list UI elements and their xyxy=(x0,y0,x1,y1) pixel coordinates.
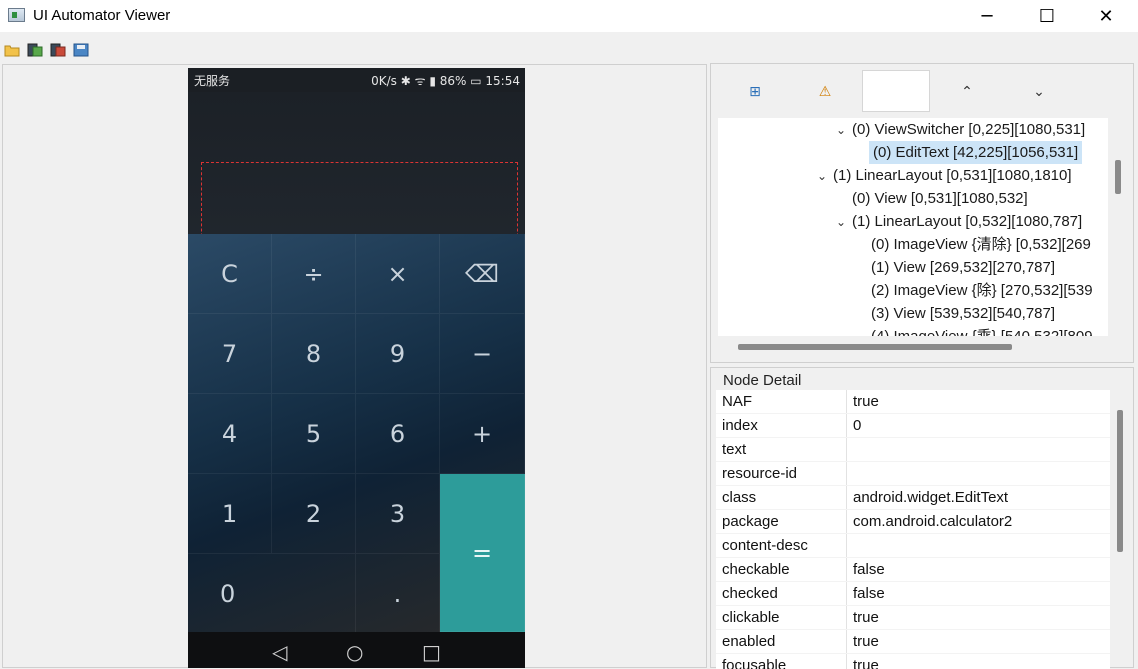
status-icons: 0K/s ✱ ᯤ ▮ 86% ▭ 15:54 xyxy=(371,74,520,88)
table-row[interactable]: package com.android.calculator2 xyxy=(716,510,1110,534)
key-clear[interactable]: C xyxy=(188,234,272,314)
table-row[interactable]: text xyxy=(716,438,1110,462)
table-row[interactable]: NAF true xyxy=(716,390,1110,414)
table-row[interactable]: focusable true xyxy=(716,654,1110,669)
detail-vertical-scrollbar[interactable] xyxy=(1117,410,1123,552)
key-decimal[interactable]: . xyxy=(356,554,440,634)
tree-node[interactable]: ⌄ (1) LinearLayout [0,532][1080,787] xyxy=(836,210,1082,233)
phone-status-bar: 无服务 0K/s ✱ ᯤ ▮ 86% ▭ 15:54 xyxy=(188,68,525,92)
key-backspace[interactable]: ⌫ xyxy=(440,234,525,314)
table-row[interactable]: index 0 xyxy=(716,414,1110,438)
key-minus[interactable]: − xyxy=(440,314,525,394)
table-row[interactable]: resource-id xyxy=(716,462,1110,486)
device-screenshot-compressed-icon[interactable] xyxy=(50,43,66,57)
table-row[interactable]: class android.widget.EditText xyxy=(716,486,1110,510)
node-detail-title: Node Detail xyxy=(721,372,804,389)
title-bar: UI Automator Viewer ─ ☐ ✕ xyxy=(0,0,1138,32)
table-row[interactable]: content-desc xyxy=(716,534,1110,558)
tree-node[interactable]: (4) ImageView {乘} [540,532][809 xyxy=(871,325,1093,336)
table-row[interactable]: checkable false xyxy=(716,558,1110,582)
device-screenshot[interactable]: 无服务 0K/s ✱ ᯤ ▮ 86% ▭ 15:54 C ÷ × ⌫ 7 8 9… xyxy=(188,68,525,668)
key-6[interactable]: 6 xyxy=(356,394,440,474)
recents-icon[interactable]: □ xyxy=(422,640,441,664)
window-title: UI Automator Viewer xyxy=(33,7,171,24)
carrier-status: 无服务 xyxy=(194,74,231,88)
phone-nav-bar: ◁ ○ □ xyxy=(188,632,525,668)
node-detail-panel: Node Detail NAF true index 0 text resource… xyxy=(710,367,1134,669)
table-row[interactable]: enabled true xyxy=(716,630,1110,654)
key-9[interactable]: 9 xyxy=(356,314,440,394)
key-0[interactable]: 0 xyxy=(188,554,356,634)
tree-node[interactable]: (1) View [269,532][270,787] xyxy=(871,256,1055,279)
search-input[interactable] xyxy=(862,70,930,112)
open-folder-icon[interactable] xyxy=(4,43,20,57)
node-detail-table[interactable]: NAF true index 0 text resource-id class and… xyxy=(716,390,1110,669)
tree-vertical-scrollbar[interactable] xyxy=(1115,160,1121,194)
tree-node[interactable]: ⌄ (1) LinearLayout [0,531][1080,1810] xyxy=(817,164,1072,187)
minimize-button[interactable]: ─ xyxy=(964,0,1010,32)
device-screenshot-icon[interactable] xyxy=(27,43,43,57)
expand-all-icon[interactable]: ⊞ xyxy=(721,70,789,112)
tree-node[interactable]: (0) ImageView {清除} [0,532][269 xyxy=(871,233,1091,256)
home-icon[interactable]: ○ xyxy=(346,640,363,664)
chevron-up-icon[interactable]: ⌃ xyxy=(933,70,1001,112)
tree-node[interactable]: (3) View [539,532][540,787] xyxy=(871,302,1055,325)
hierarchy-panel: ⊞ ⚠ ⌃ ⌄ ⌄ (0) ViewSwitcher [0,225][1080,5… xyxy=(710,63,1134,363)
key-8[interactable]: 8 xyxy=(272,314,356,394)
calculator-display[interactable] xyxy=(188,92,525,257)
app-icon xyxy=(8,8,25,22)
key-divide[interactable]: ÷ xyxy=(272,234,356,314)
key-7[interactable]: 7 xyxy=(188,314,272,394)
toolbar xyxy=(0,37,1138,63)
key-3[interactable]: 3 xyxy=(356,474,440,554)
table-row[interactable]: checked false xyxy=(716,582,1110,606)
key-equals[interactable]: = xyxy=(440,474,525,632)
warning-icon[interactable]: ⚠ xyxy=(791,70,859,112)
key-5[interactable]: 5 xyxy=(272,394,356,474)
back-icon[interactable]: ◁ xyxy=(272,640,287,664)
hierarchy-tree[interactable]: ⌄ (0) ViewSwitcher [0,225][1080,531] (0) … xyxy=(718,118,1108,336)
key-2[interactable]: 2 xyxy=(272,474,356,554)
key-multiply[interactable]: × xyxy=(356,234,440,314)
table-row[interactable]: clickable true xyxy=(716,606,1110,630)
tree-node[interactable]: (2) ImageView {除} [270,532][539 xyxy=(871,279,1093,302)
tree-node-selected[interactable]: (0) EditText [42,225][1056,531] xyxy=(869,141,1083,164)
key-1[interactable]: 1 xyxy=(188,474,272,554)
key-4[interactable]: 4 xyxy=(188,394,272,474)
key-plus[interactable]: + xyxy=(440,394,525,474)
save-icon[interactable] xyxy=(73,43,89,57)
maximize-button[interactable]: ☐ xyxy=(1024,0,1070,32)
chevron-down-icon[interactable]: ⌄ xyxy=(1005,70,1073,112)
tree-node[interactable]: ⌄ (0) ViewSwitcher [0,225][1080,531] xyxy=(836,118,1085,141)
tree-horizontal-scrollbar[interactable] xyxy=(738,344,1012,350)
tree-node[interactable]: (0) View [0,531][1080,532] xyxy=(852,187,1028,210)
calculator-keypad: C ÷ × ⌫ 7 8 9 − 4 5 6 + 1 2 3 = 0 . xyxy=(188,234,525,634)
close-button[interactable]: ✕ xyxy=(1083,0,1129,32)
